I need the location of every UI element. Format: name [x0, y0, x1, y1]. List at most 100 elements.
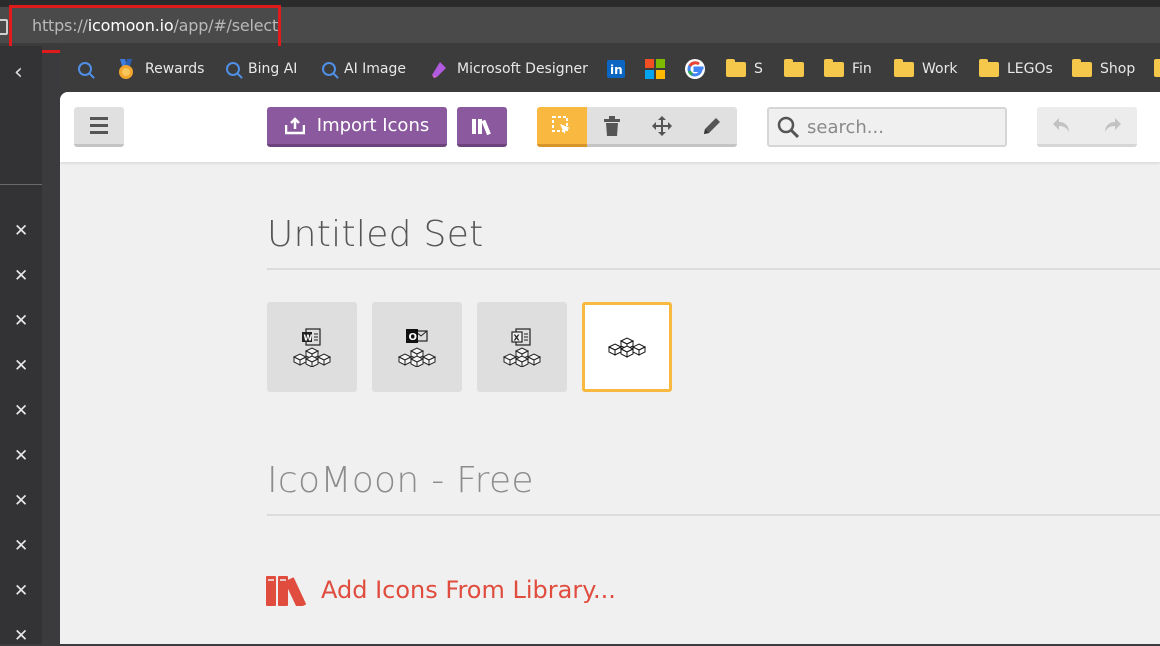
set-title-untitled[interactable]: Untitled Set — [267, 214, 484, 255]
bookmark-folder-s[interactable]: S — [726, 58, 763, 80]
move-arrows-icon — [652, 115, 672, 136]
vertical-tab-strip: ‹ ✕ ✕ ✕ ✕ ✕ ✕ ✕ ✕ ✕ ✕ — [0, 46, 42, 646]
bookmark-label: Bing AI — [248, 61, 298, 77]
bookmark-microsoft[interactable] — [645, 58, 665, 80]
bookmark-rewards[interactable]: Rewards — [115, 58, 204, 80]
icon-library-button[interactable] — [457, 107, 507, 147]
icomoon-app: Import Icons search... Untitled Set W O … — [60, 92, 1160, 644]
bookmark-label: Work — [922, 61, 958, 77]
bookmark-label: Rewards — [145, 61, 205, 77]
folder-icon — [1154, 58, 1160, 77]
delete-mode-button[interactable] — [587, 107, 637, 147]
url-text[interactable]: https://icomoon.io/app/#/select — [32, 16, 278, 35]
bookmark-microsoft-designer[interactable]: Microsoft Designer — [429, 58, 588, 80]
close-tab-icon[interactable]: ✕ — [14, 581, 28, 601]
close-tab-icon[interactable]: ✕ — [14, 311, 28, 331]
bookmark-ai-image[interactable]: AI Image — [322, 58, 406, 80]
close-tab-icon[interactable]: ✕ — [14, 446, 28, 466]
folder-icon — [784, 58, 804, 77]
edit-mode-group — [537, 107, 737, 147]
folder-icon — [1072, 58, 1092, 77]
glyph-tile-word[interactable]: W — [267, 302, 357, 392]
search-icon — [322, 62, 336, 76]
library-books-icon — [266, 576, 306, 606]
edit-mode-button[interactable] — [687, 107, 737, 147]
bookmark-google[interactable] — [685, 58, 705, 80]
search-icon — [226, 62, 240, 76]
bookmark-label: Shop — [1100, 61, 1136, 77]
import-icon — [284, 116, 305, 134]
pencil-icon — [704, 117, 720, 134]
url-field[interactable]: https://icomoon.io/app/#/select — [0, 7, 1160, 43]
menu-button[interactable] — [74, 107, 124, 147]
redo-button[interactable] — [1087, 107, 1137, 144]
close-tab-icon[interactable]: ✕ — [14, 221, 28, 241]
add-icons-from-library-label: Add Icons From Library... — [321, 576, 616, 604]
tab-strip-divider — [0, 184, 42, 185]
search-icon — [777, 116, 799, 138]
set-title-icomoon-free[interactable]: IcoMoon - Free — [267, 460, 534, 501]
url-host: icomoon.io — [87, 16, 174, 35]
bookmark-folder-overflow[interactable] — [1154, 58, 1160, 80]
bookmark-label: LEGOs — [1007, 61, 1053, 77]
trash-icon — [604, 115, 620, 136]
set-divider — [267, 514, 1160, 516]
folder-icon — [979, 58, 999, 77]
glyph-badge: W — [304, 334, 313, 343]
bookmark-folder-work[interactable]: Work — [894, 58, 957, 80]
url-scheme: https:// — [32, 16, 88, 35]
folder-icon — [726, 58, 746, 77]
bookmark-linkedin[interactable]: in — [607, 58, 625, 80]
linkedin-icon: in — [607, 60, 625, 78]
bookmark-folder-shop[interactable]: Shop — [1072, 58, 1135, 80]
bookmarks-bar: Rewards Bing AI AI Image Microsoft Desig… — [60, 46, 1160, 92]
designer-icon — [432, 62, 446, 78]
import-icons-button[interactable]: Import Icons — [267, 107, 447, 147]
word-bricks-icon: W — [292, 328, 332, 367]
bookmark-bing-ai[interactable]: Bing AI — [226, 58, 297, 80]
search-box[interactable] — [767, 107, 1007, 147]
search-icon — [78, 62, 92, 76]
search-input[interactable] — [807, 116, 997, 138]
close-tab-icon[interactable]: ✕ — [14, 491, 28, 511]
bookmark-search[interactable] — [78, 58, 92, 80]
add-icons-from-library-link[interactable]: Add Icons From Library... — [265, 574, 616, 606]
svg-text:in: in — [610, 63, 623, 77]
folder-icon — [894, 58, 914, 77]
bookmark-label: AI Image — [344, 61, 407, 77]
undo-button[interactable] — [1037, 107, 1087, 144]
browser-address-bar: https://icomoon.io/app/#/select — [0, 0, 1160, 46]
glyph-badge: O — [409, 332, 418, 343]
url-path: /app/#/select — [173, 16, 278, 35]
rewards-medal-icon — [119, 59, 133, 79]
glyph-tile-excel[interactable]: X — [477, 302, 567, 392]
folder-icon — [824, 58, 844, 77]
set-divider — [267, 268, 1160, 270]
select-mode-button[interactable] — [537, 107, 587, 147]
close-tab-icon[interactable]: ✕ — [14, 356, 28, 376]
library-books-icon — [472, 118, 491, 135]
chevron-left-icon[interactable]: ‹ — [14, 60, 23, 85]
undo-icon — [1053, 117, 1069, 132]
close-tab-icon[interactable]: ✕ — [14, 536, 28, 556]
bookmark-folder-fin[interactable]: Fin — [824, 58, 872, 80]
glyph-badge: X — [514, 334, 521, 343]
outlook-bricks-icon: O — [397, 329, 437, 367]
select-cursor-icon — [552, 115, 570, 134]
bookmark-folder-legos[interactable]: LEGOs — [979, 58, 1053, 80]
excel-bricks-icon: X — [502, 328, 542, 367]
history-group — [1037, 107, 1137, 147]
import-icons-label: Import Icons — [316, 115, 430, 136]
glyph-tile-outlook[interactable]: O — [372, 302, 462, 392]
close-tab-icon[interactable]: ✕ — [14, 626, 28, 646]
glyph-tile-bricks-selected[interactable] — [582, 302, 672, 392]
close-tab-icon[interactable]: ✕ — [14, 266, 28, 286]
close-tab-icon[interactable]: ✕ — [14, 401, 28, 421]
bookmark-label: Fin — [852, 61, 872, 77]
bookmark-folder[interactable] — [784, 58, 804, 80]
bookmark-label: Microsoft Designer — [457, 61, 588, 77]
browser-top-strip — [0, 0, 1160, 7]
bookmark-label: S — [754, 61, 763, 77]
site-info-icon[interactable] — [0, 19, 8, 35]
move-mode-button[interactable] — [637, 107, 687, 147]
